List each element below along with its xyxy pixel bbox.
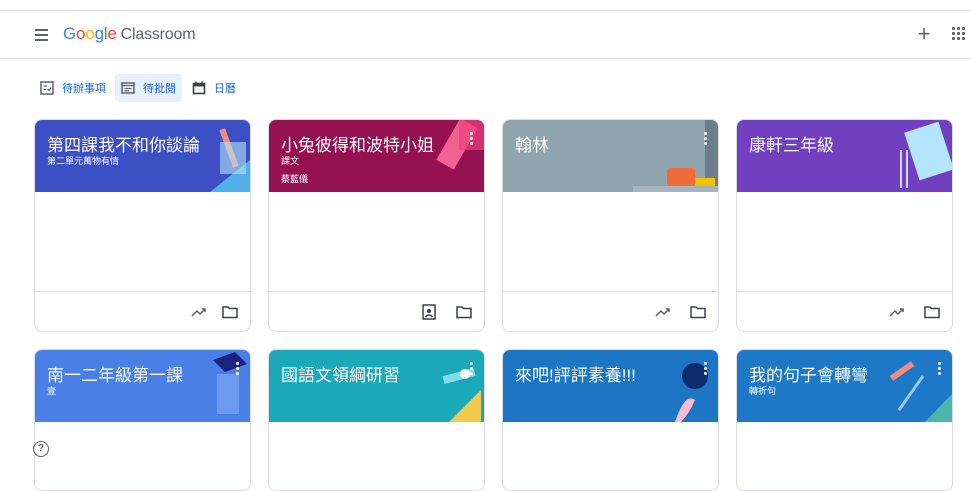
folder-icon[interactable] xyxy=(688,302,708,322)
class-title[interactable]: 小兔彼得和波特小姐 xyxy=(281,131,434,156)
product-name: Classroom xyxy=(120,26,196,43)
class-title[interactable]: 我的句子會轉彎 xyxy=(749,361,868,386)
class-card[interactable]: 國語文領綱研習 xyxy=(268,349,485,491)
subnav: 待辦事項 待批閱 日曆 xyxy=(0,74,971,102)
card-footer xyxy=(503,291,718,331)
logo-letter: G xyxy=(63,24,77,43)
class-card[interactable]: 小兔彼得和波特小姐 課文 蔡藍儀 xyxy=(268,119,485,332)
decor-illustration xyxy=(210,128,250,192)
nav-review[interactable]: 待批閱 xyxy=(115,74,182,102)
class-card[interactable]: 來吧!評評素養!!! xyxy=(502,349,719,491)
class-section: 課文 xyxy=(281,156,300,166)
class-card[interactable]: 南一二年級第一課 壹 xyxy=(34,349,251,491)
folder-icon[interactable] xyxy=(922,302,942,322)
logo-letter: g xyxy=(94,24,104,43)
folder-icon[interactable] xyxy=(454,302,474,322)
more-options-icon[interactable] xyxy=(938,362,942,378)
more-options-icon[interactable] xyxy=(236,362,240,378)
more-options-icon[interactable] xyxy=(470,362,474,378)
review-icon xyxy=(121,81,135,95)
assignment-ind-icon[interactable] xyxy=(419,302,439,322)
more-options-icon[interactable] xyxy=(704,132,708,148)
card-footer xyxy=(737,291,952,331)
class-teacher: 蔡藍儀 xyxy=(281,174,309,184)
logo-letter: e xyxy=(107,24,117,43)
todo-checklist-icon xyxy=(40,81,54,95)
class-section: 第二單元萬物有情 xyxy=(47,156,120,166)
class-card[interactable]: 翰林 xyxy=(502,119,719,332)
class-card[interactable]: 康軒三年級 xyxy=(736,119,953,332)
class-card[interactable]: 第四課我不和你談論 第二單元萬物有情 xyxy=(34,119,251,332)
class-card[interactable]: 我的句子會轉彎 轉折句 xyxy=(736,349,953,491)
logo-letter: o xyxy=(76,24,86,43)
nav-todo[interactable]: 待辦事項 xyxy=(34,74,112,102)
class-title[interactable]: 第四課我不和你談論 xyxy=(47,131,200,156)
class-title[interactable]: 國語文領綱研習 xyxy=(281,361,400,386)
card-footer xyxy=(269,291,484,331)
plus-icon[interactable]: + xyxy=(912,22,936,46)
decor-illustration xyxy=(633,120,718,192)
hamburger-menu-icon[interactable] xyxy=(32,25,52,45)
help-icon[interactable]: ? xyxy=(33,441,49,457)
trending-up-icon[interactable] xyxy=(189,302,209,322)
decor-illustration xyxy=(675,363,708,422)
class-section: 壹 xyxy=(47,386,57,396)
more-options-icon[interactable] xyxy=(470,132,474,148)
calendar-icon xyxy=(192,81,206,95)
decor-illustration xyxy=(213,352,247,414)
class-title[interactable]: 來吧!評評素養!!! xyxy=(515,361,636,386)
trending-up-icon[interactable] xyxy=(887,302,907,322)
class-title[interactable]: 南一二年級第一課 xyxy=(47,361,183,386)
trending-up-icon[interactable] xyxy=(653,302,673,322)
nav-calendar-label: 日曆 xyxy=(214,83,236,95)
more-options-icon[interactable] xyxy=(704,362,708,378)
decor-illustration xyxy=(442,367,481,422)
nav-review-label: 待批閱 xyxy=(143,83,176,95)
class-section: 轉折句 xyxy=(749,386,777,396)
card-footer xyxy=(35,291,250,331)
nav-todo-label: 待辦事項 xyxy=(62,83,106,95)
decor-illustration xyxy=(889,361,952,422)
google-classroom-logo[interactable]: Google Classroom xyxy=(63,24,196,44)
decor-illustration xyxy=(900,121,952,188)
class-title[interactable]: 康軒三年級 xyxy=(749,131,834,156)
nav-calendar[interactable]: 日曆 xyxy=(186,74,242,102)
folder-icon[interactable] xyxy=(220,302,240,322)
app-header: Google Classroom + xyxy=(0,11,971,59)
logo-letter: o xyxy=(85,24,95,43)
class-title[interactable]: 翰林 xyxy=(515,131,549,156)
google-apps-grid-icon[interactable] xyxy=(952,27,966,41)
